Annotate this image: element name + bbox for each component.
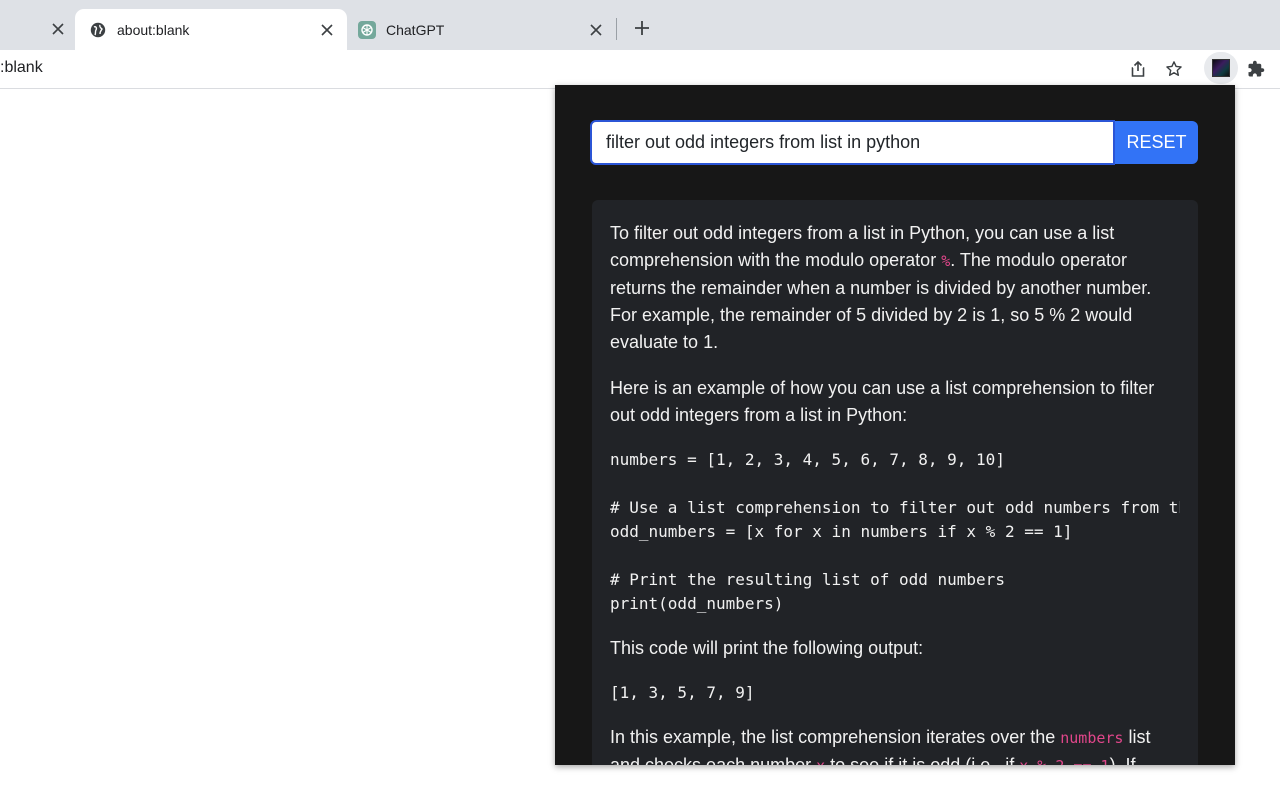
code-line: odd_numbers = [x for x in numbers if x %… (610, 522, 1073, 541)
extension-popup: RESET To filter out odd integers from a … (555, 85, 1235, 765)
address-bar[interactable]: :blank (0, 59, 43, 77)
query-input[interactable] (590, 120, 1115, 165)
answer-panel: To filter out odd integers from a list i… (592, 200, 1198, 765)
inline-code: x (816, 757, 825, 765)
code-block: numbers = [1, 2, 3, 4, 5, 6, 7, 8, 9, 10… (610, 448, 1180, 616)
bookmark-star-icon[interactable] (1162, 57, 1186, 81)
reset-button[interactable]: RESET (1115, 121, 1198, 164)
close-tab-icon[interactable] (48, 19, 68, 39)
answer-paragraph: Here is an example of how you can use a … (610, 378, 1155, 425)
tab-title: ChatGPT (386, 21, 445, 38)
search-row: RESET (590, 120, 1198, 165)
close-tab-icon[interactable] (586, 20, 606, 40)
tab-divider (616, 18, 617, 40)
active-extension-button[interactable] (1204, 52, 1238, 84)
close-tab-icon[interactable] (317, 20, 337, 40)
inline-code: x % 2 == 1 (1019, 757, 1109, 765)
tab-title: about:blank (117, 21, 190, 38)
answer-paragraph: In this example, the list comprehension … (610, 724, 1180, 765)
inline-code: % (941, 252, 951, 270)
tab-strip: about:blank ChatGPT (0, 0, 1280, 50)
answer-text: to see if it is odd (i.e., if (825, 755, 1020, 765)
tab-partial[interactable] (0, 9, 74, 50)
answer-text: ). If (1109, 755, 1136, 765)
new-tab-button[interactable] (630, 16, 654, 40)
tab-chatgpt[interactable]: ChatGPT (348, 9, 616, 50)
answer-paragraph: To filter out odd integers from a list i… (610, 220, 1180, 356)
code-line: print(odd_numbers) (610, 594, 784, 613)
extension-thumbnail-icon (1212, 59, 1230, 77)
code-line: # Print the resulting list of odd number… (610, 570, 1005, 589)
answer-text: In this example, the list comprehension … (610, 727, 1061, 747)
answer-paragraph: This code will print the following outpu… (610, 638, 924, 658)
inline-code: numbers (1060, 729, 1124, 747)
code-line: # Use a list comprehension to filter out… (610, 498, 1180, 517)
globe-icon (89, 21, 107, 39)
tab-about-blank[interactable]: about:blank (75, 9, 347, 50)
share-icon[interactable] (1126, 57, 1150, 81)
chatgpt-icon (358, 20, 376, 39)
code-line: numbers = [1, 2, 3, 4, 5, 6, 7, 8, 9, 10… (610, 450, 1005, 469)
plus-icon (635, 21, 649, 35)
output-block: [1, 3, 5, 7, 9] (610, 683, 755, 702)
extensions-puzzle-icon[interactable] (1244, 57, 1268, 81)
browser-toolbar: :blank (0, 50, 1280, 89)
